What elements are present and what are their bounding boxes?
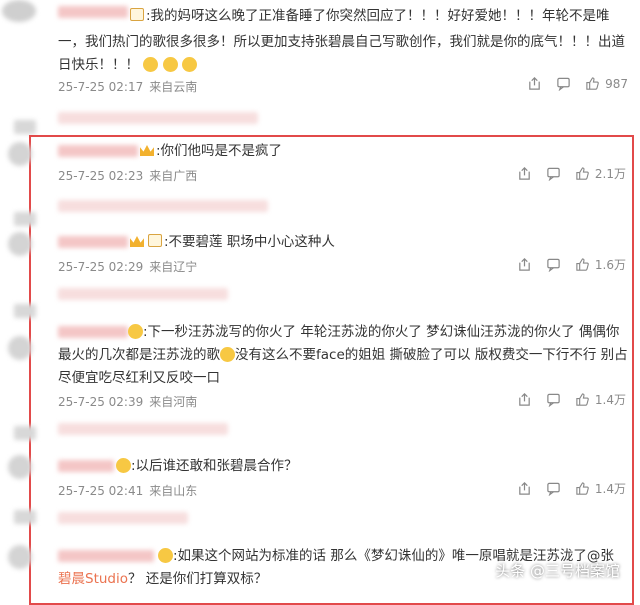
username [14,510,36,524]
comment-actions: 1.4万 [503,391,626,408]
username[interactable] [58,145,138,157]
avatar[interactable] [8,142,32,166]
comment-meta: 25-7-25 02:29 来自辽宁 [58,258,197,275]
like-button[interactable]: 2.1万 [575,165,626,182]
comment-text: :下一秒汪苏泷写的你火了 年轮汪苏泷的你火了 梦幻诛仙汪苏泷的你火了 偶偶你 [128,321,619,344]
comment-actions: 987 [513,76,628,91]
comment-button[interactable] [546,392,561,407]
emoji-icon [143,57,159,72]
comment-icon [547,258,560,272]
avatar[interactable] [8,232,32,256]
share-icon [519,167,530,180]
emoji-icon [128,324,143,339]
comment-actions: 1.4万 [503,480,626,497]
comment-text-line: 尽便宜吃尽红利又反咬一口 [58,370,220,386]
thumbs-up-icon [576,393,589,406]
avatar[interactable] [2,0,36,22]
username [58,200,268,212]
share-button[interactable] [517,481,532,496]
emoji-icon [181,57,197,72]
comment-text: :我的妈呀这么晚了正准备睡了你突然回应了！！！好好爱她！！！年轮不是唯 [128,5,610,28]
watermark: 头条 @三号档案馆 [495,562,620,580]
share-icon [529,77,540,90]
comment-text: :你们他吗是不是疯了 [140,140,282,163]
username [14,426,36,440]
thumbs-up-icon [576,167,589,180]
location: 来自辽宁 [149,260,198,274]
comment-actions: 1.6万 [503,256,626,273]
share-button[interactable] [517,392,532,407]
comment-meta: 25-7-25 02:17 来自云南 [58,78,197,95]
timestamp: 25-7-25 02:29 [58,260,144,274]
comment-actions: 2.1万 [503,165,626,182]
like-button[interactable]: 1.4万 [575,480,626,497]
username [58,112,258,124]
username [58,423,228,435]
avatar[interactable] [8,545,32,569]
comment-button[interactable] [546,257,561,272]
timestamp: 25-7-25 02:17 [58,80,144,94]
share-button[interactable] [527,76,542,91]
thumbs-up-icon [576,258,589,271]
like-button[interactable]: 1.6万 [575,256,626,273]
comment-icon [557,77,570,91]
timestamp: 25-7-25 02:39 [58,395,144,409]
username[interactable] [58,326,128,338]
comment-text: :不要碧莲 职场中小心这种人 [130,231,335,254]
crown-icon [130,236,144,247]
comment-meta: 25-7-25 02:23 来自广西 [58,167,197,184]
comment-text-line: 一，我们热门的歌很多很多！所以更加支持张碧晨自己写歌创作，我们就是你的底气！！！… [58,34,625,50]
share-icon [519,393,530,406]
username[interactable] [58,6,128,18]
share-icon [519,482,530,495]
comment-meta: 25-7-25 02:39 来自河南 [58,393,197,410]
comment-text: :以后谁还敢和张碧晨合作？ [116,455,298,478]
thumbs-up-icon [586,77,599,90]
avatar[interactable] [8,336,32,360]
username [14,120,36,134]
share-button[interactable] [517,257,532,272]
comment-meta: 25-7-25 02:41 来自山东 [58,482,197,499]
comment-icon [547,393,560,407]
username [14,212,36,226]
comment-text-line: 日快乐！！！ [58,54,197,77]
fan-badge-icon [130,8,144,21]
crown-icon [140,145,154,156]
location: 来自河南 [149,395,198,409]
emoji-icon [116,458,131,473]
username [58,288,228,300]
mention-link[interactable]: 碧晨Studio [58,571,128,587]
like-button[interactable]: 987 [585,76,628,91]
username[interactable] [58,236,128,248]
location: 来自广西 [149,169,198,183]
avatar[interactable] [8,455,32,479]
comment-icon [547,482,560,496]
comment-button[interactable] [546,481,561,496]
emoji-icon [162,57,178,72]
comment-button[interactable] [546,166,561,181]
share-icon [519,258,530,271]
like-button[interactable]: 1.4万 [575,391,626,408]
comment-text-line: 碧晨Studio？ 还是你们打算双标？ [58,571,268,587]
timestamp: 25-7-25 02:23 [58,169,144,183]
fan-badge-icon [148,234,162,247]
username [14,304,36,318]
emoji-icon [158,548,173,563]
location: 来自云南 [149,80,198,94]
comment-icon [547,167,560,181]
thumbs-up-icon [576,482,589,495]
username[interactable] [58,460,114,472]
timestamp: 25-7-25 02:41 [58,484,144,498]
comment-button[interactable] [556,76,571,91]
username[interactable] [58,550,154,562]
username [58,512,188,524]
share-button[interactable] [517,166,532,181]
location: 来自山东 [149,484,198,498]
comment-text-line: 最火的几次都是汪苏泷的歌 没有这么不要face的姐姐 撕破脸了可以 版权费交一下行… [58,347,628,363]
emoji-icon [220,347,235,362]
